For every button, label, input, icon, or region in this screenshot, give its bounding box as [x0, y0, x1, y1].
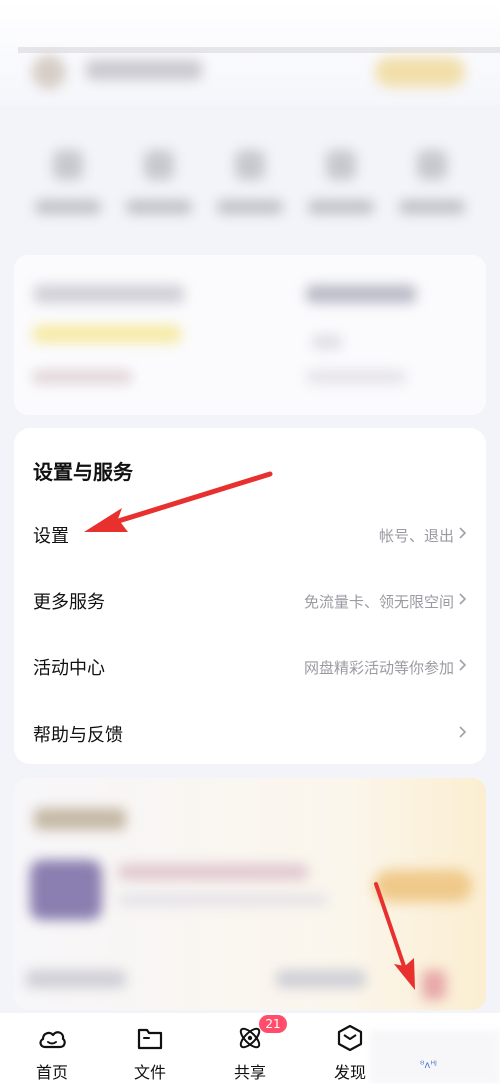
tab-label: 首页 — [35, 1063, 68, 1082]
chevron-right-icon — [459, 659, 467, 671]
quick-action-label — [217, 200, 283, 214]
row-settings[interactable]: 设置 帐号、退出 — [14, 500, 486, 566]
chevron-right-icon — [459, 593, 467, 605]
row-label: 更多服务 — [33, 592, 105, 613]
quick-action-4[interactable] — [300, 140, 380, 230]
tab-label: 文件 — [133, 1063, 166, 1082]
quick-action-1[interactable] — [27, 140, 107, 230]
vip-button[interactable] — [375, 57, 465, 87]
quick-action-icon — [235, 150, 265, 180]
quick-action-label — [308, 200, 374, 214]
promo-footer-icon — [422, 970, 446, 1000]
row-label: 活动中心 — [33, 658, 105, 679]
quick-action-label — [399, 200, 465, 214]
row-more-services[interactable]: 更多服务 免流量卡、领无限空间 — [14, 566, 486, 632]
storage-text — [34, 285, 184, 303]
row-help-feedback[interactable]: 帮助与反馈 — [14, 699, 486, 765]
folder-icon — [137, 1028, 163, 1050]
storage-card[interactable] — [14, 255, 486, 415]
quick-actions — [0, 140, 500, 230]
quick-action-icon — [144, 150, 174, 180]
section-title: 设置与服务 — [33, 460, 133, 484]
row-activity-center[interactable]: 活动中心 网盘精彩活动等你参加 — [14, 632, 486, 698]
quick-action-icon — [417, 150, 447, 180]
row-hint: 帐号、退出 — [378, 527, 454, 545]
quick-action-5[interactable] — [391, 140, 471, 230]
row-label: 帮助与反馈 — [33, 725, 123, 746]
quick-action-label — [35, 200, 101, 214]
avatar[interactable] — [32, 55, 66, 89]
row-hint: 免流量卡、领无限空间 — [303, 593, 454, 611]
promo-text — [118, 864, 308, 880]
quick-action-2[interactable] — [118, 140, 198, 230]
member-text — [306, 285, 416, 303]
profile-header — [0, 0, 500, 105]
header-divider — [18, 47, 500, 53]
tab-share[interactable]: 21 共享 — [210, 1013, 290, 1084]
promo-title — [34, 808, 126, 830]
promo-subtext — [118, 894, 328, 906]
quick-action-icon — [326, 150, 356, 180]
storage-subtext — [32, 370, 132, 384]
quick-action-3[interactable] — [209, 140, 289, 230]
member-subtext — [306, 370, 406, 384]
row-label: 设置 — [33, 526, 69, 547]
chevron-right-icon — [459, 527, 467, 539]
member-value — [312, 335, 342, 349]
promo-footer-left — [26, 970, 126, 988]
storage-bar — [32, 325, 182, 343]
chevron-right-icon — [459, 726, 467, 738]
tab-label: 共享 — [233, 1063, 266, 1082]
row-hint: 网盘精彩活动等你参加 — [303, 659, 454, 677]
watermark: ᴽᴧᴴᴶ — [420, 1060, 437, 1071]
promo-footer-right — [276, 970, 366, 988]
tab-files[interactable]: 文件 — [110, 1013, 190, 1084]
corner-overlay — [370, 1030, 500, 1084]
promo-image — [30, 860, 102, 920]
quick-action-icon — [53, 150, 83, 180]
username-placeholder — [86, 60, 202, 80]
share-badge: 21 — [259, 1015, 287, 1033]
home-cloud-icon — [39, 1031, 66, 1049]
settings-service-card: 设置与服务 设置 帐号、退出 更多服务 免流量卡、领无限空间 活动中心 网盘精彩… — [14, 428, 486, 764]
discover-cube-icon — [337, 1024, 363, 1052]
promo-card[interactable] — [14, 778, 486, 1010]
promo-button[interactable] — [374, 870, 472, 902]
quick-action-label — [126, 200, 192, 214]
tab-home[interactable]: 首页 — [12, 1013, 92, 1084]
